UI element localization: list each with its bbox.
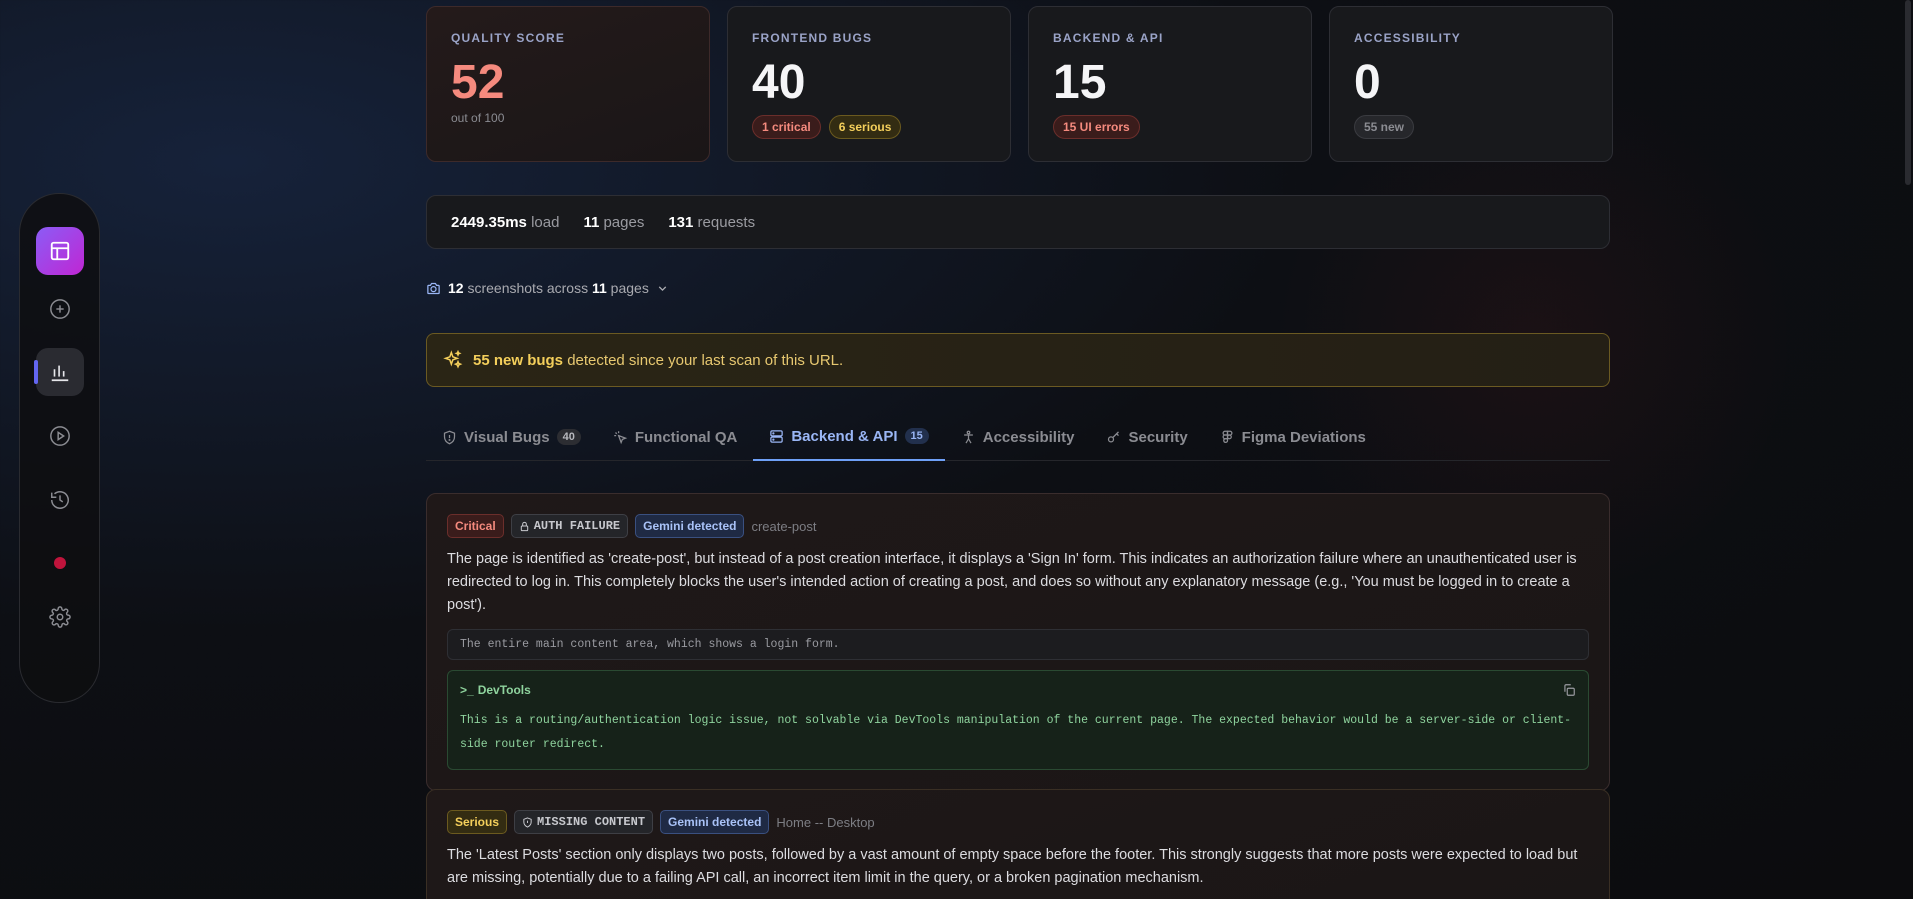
record-dot-icon bbox=[54, 557, 66, 569]
issue-location: create-post bbox=[751, 518, 817, 534]
stats-bar: 2449.35ms load 11 pages 131 requests bbox=[426, 195, 1610, 249]
devtools-title: >_ DevTools bbox=[460, 683, 531, 697]
record-button[interactable] bbox=[36, 539, 84, 587]
banner-strong: 55 new bugs bbox=[473, 351, 564, 369]
issue-kind-badge: MISSING CONTENT bbox=[514, 810, 654, 834]
chevron-down-icon bbox=[658, 285, 667, 291]
lock-icon bbox=[520, 521, 528, 531]
card-value: 0 bbox=[1354, 56, 1381, 109]
accessibility-card: ACCESSIBILITY 0 55 new bbox=[1329, 6, 1613, 162]
banner-text: detected since your last scan of this UR… bbox=[567, 351, 844, 369]
new-scan-button[interactable] bbox=[36, 285, 84, 333]
requests-stat: 131 requests bbox=[668, 213, 756, 231]
issue-selector: The entire main content area, which show… bbox=[447, 629, 1589, 660]
card-sub: out of 100 bbox=[451, 111, 505, 125]
issue-card: Serious MISSING CONTENT Gemini detected … bbox=[426, 789, 1610, 899]
tab-badge: 15 bbox=[904, 428, 929, 444]
reports-button[interactable] bbox=[34, 348, 84, 396]
issue-location: Home -- Desktop bbox=[776, 814, 875, 830]
summary-cards: QUALITY SCORE 52 out of 100 FRONTEND BUG… bbox=[426, 6, 1613, 162]
issue-card: Critical AUTH FAILURE Gemini detected cr… bbox=[426, 493, 1610, 791]
source-badge: Gemini detected bbox=[635, 514, 745, 538]
tab-functional-qa[interactable]: Functional QA bbox=[597, 425, 754, 461]
layout-icon bbox=[50, 241, 70, 261]
settings-button[interactable] bbox=[36, 593, 84, 641]
tab-accessibility[interactable]: Accessibility bbox=[945, 425, 1091, 461]
card-value: 52 bbox=[451, 56, 505, 109]
sparkle-cursor-icon bbox=[614, 430, 628, 444]
app-logo[interactable] bbox=[36, 227, 84, 275]
gear-icon bbox=[49, 606, 71, 628]
figma-icon bbox=[1222, 430, 1233, 443]
history-icon bbox=[51, 491, 69, 509]
issue-kind-badge: AUTH FAILURE bbox=[510, 514, 629, 538]
sidebar bbox=[19, 193, 100, 703]
shield-alert-icon bbox=[523, 816, 532, 828]
new-bugs-banner: 55 new bugs detected since your last sca… bbox=[426, 333, 1610, 387]
history-button[interactable] bbox=[36, 476, 84, 524]
quality-score-card: QUALITY SCORE 52 out of 100 bbox=[426, 6, 710, 162]
bar-chart-icon bbox=[51, 365, 69, 382]
terminal-icon: >_ bbox=[460, 683, 474, 697]
pages-stat: 11 pages bbox=[583, 213, 645, 231]
tab-badge: 40 bbox=[556, 429, 581, 445]
issue-description: The 'Latest Posts' section only displays… bbox=[447, 847, 1578, 886]
devtools-box: >_ DevTools This is a routing/authentica… bbox=[447, 670, 1589, 770]
key-icon bbox=[1108, 430, 1120, 442]
screenshots-toggle[interactable]: 12 screenshots across 11 pages bbox=[426, 280, 669, 296]
serious-pill: 6 serious bbox=[828, 115, 902, 139]
frontend-bugs-card: FRONTEND BUGS 40 1 critical 6 serious bbox=[727, 6, 1011, 162]
tab-backend-api[interactable]: Backend & API 15 bbox=[753, 425, 945, 461]
card-label: QUALITY SCORE bbox=[451, 31, 566, 45]
issue-tabs: Visual Bugs 40 Functional QA Backend & A… bbox=[426, 425, 1610, 461]
source-badge: Gemini detected bbox=[660, 810, 770, 834]
sparkles-icon bbox=[443, 350, 463, 369]
new-pill: 55 new bbox=[1354, 115, 1415, 139]
backend-api-card: BACKEND & API 15 15 UI errors bbox=[1028, 6, 1312, 162]
devtools-body: This is a routing/authentication logic i… bbox=[460, 714, 1572, 751]
card-label: BACKEND & API bbox=[1053, 31, 1164, 45]
card-label: FRONTEND BUGS bbox=[752, 31, 873, 45]
card-label: ACCESSIBILITY bbox=[1354, 31, 1461, 45]
play-circle-icon bbox=[50, 426, 70, 446]
severity-badge: Serious bbox=[447, 810, 508, 834]
tab-visual-bugs[interactable]: Visual Bugs 40 bbox=[426, 425, 597, 461]
plus-circle-icon bbox=[50, 299, 70, 319]
copy-icon[interactable] bbox=[1562, 683, 1576, 697]
issue-description: The page is identified as 'create-post',… bbox=[447, 551, 1577, 613]
card-value: 15 bbox=[1053, 56, 1107, 109]
scrollbar-thumb[interactable] bbox=[1905, 0, 1911, 185]
play-button[interactable] bbox=[36, 412, 84, 460]
camera-icon bbox=[427, 282, 440, 294]
server-icon bbox=[770, 429, 784, 443]
severity-badge: Critical bbox=[447, 514, 504, 538]
tab-security[interactable]: Security bbox=[1090, 425, 1203, 461]
load-stat: 2449.35ms load bbox=[451, 213, 560, 231]
critical-pill: 1 critical bbox=[752, 115, 821, 139]
ui-errors-pill: 15 UI errors bbox=[1053, 115, 1140, 139]
tab-figma-deviations[interactable]: Figma Deviations bbox=[1204, 425, 1382, 461]
card-value: 40 bbox=[752, 56, 806, 109]
shield-icon bbox=[443, 430, 456, 444]
accessibility-icon bbox=[963, 430, 973, 443]
